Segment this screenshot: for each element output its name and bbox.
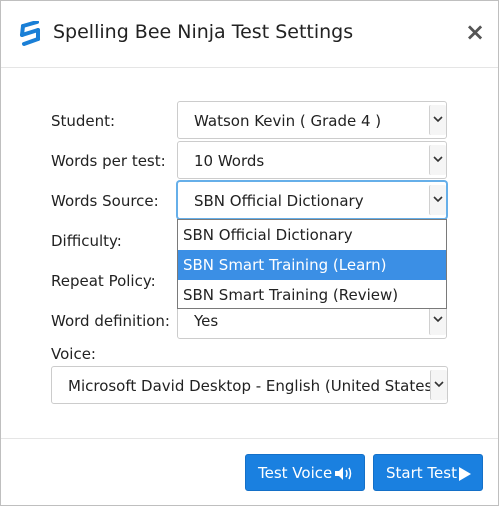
start-test-button[interactable]: Start Test (373, 454, 483, 491)
voice-label: Voice: (51, 345, 96, 363)
student-label: Student: (51, 112, 116, 130)
play-icon (459, 467, 471, 481)
start-test-label: Start Test (386, 464, 457, 482)
words-source-label: Words Source: (51, 192, 159, 210)
dropdown-option-learn[interactable]: SBN Smart Training (Learn) (178, 250, 446, 280)
chevron-down-icon (429, 185, 446, 215)
chevron-down-icon (429, 105, 446, 135)
speaker-icon (335, 467, 352, 480)
words-per-test-select[interactable]: 10 Words (177, 141, 447, 179)
word-definition-label: Word definition: (51, 312, 170, 330)
test-voice-label: Test Voice (258, 464, 333, 482)
chevron-down-icon (429, 145, 446, 175)
words-source-select[interactable]: SBN Official Dictionary (177, 181, 447, 219)
words-per-test-label: Words per test: (51, 152, 166, 170)
voice-value: Microsoft David Desktop - English (Unite… (68, 377, 439, 395)
dialog-header: Spelling Bee Ninja Test Settings × (1, 1, 498, 68)
words-source-value: SBN Official Dictionary (194, 192, 364, 210)
test-voice-button[interactable]: Test Voice (245, 454, 365, 491)
voice-select[interactable]: Microsoft David Desktop - English (Unite… (51, 366, 448, 404)
dialog-title: Spelling Bee Ninja Test Settings (53, 21, 354, 43)
chevron-down-icon (430, 370, 447, 400)
dropdown-option-official[interactable]: SBN Official Dictionary (178, 220, 446, 250)
words-source-dropdown: SBN Official Dictionary SBN Smart Traini… (177, 219, 447, 309)
student-value: Watson Kevin ( Grade 4 ) (194, 112, 382, 130)
settings-dialog: Spelling Bee Ninja Test Settings × Stude… (0, 0, 499, 506)
sbn-logo-icon (19, 20, 43, 47)
difficulty-label: Difficulty: (51, 232, 122, 250)
close-icon[interactable]: × (465, 18, 485, 46)
word-definition-value: Yes (194, 312, 219, 330)
repeat-policy-label: Repeat Policy: (51, 272, 156, 290)
dropdown-option-review[interactable]: SBN Smart Training (Review) (178, 280, 446, 310)
student-select[interactable]: Watson Kevin ( Grade 4 ) (177, 101, 447, 139)
words-per-test-value: 10 Words (194, 152, 265, 170)
